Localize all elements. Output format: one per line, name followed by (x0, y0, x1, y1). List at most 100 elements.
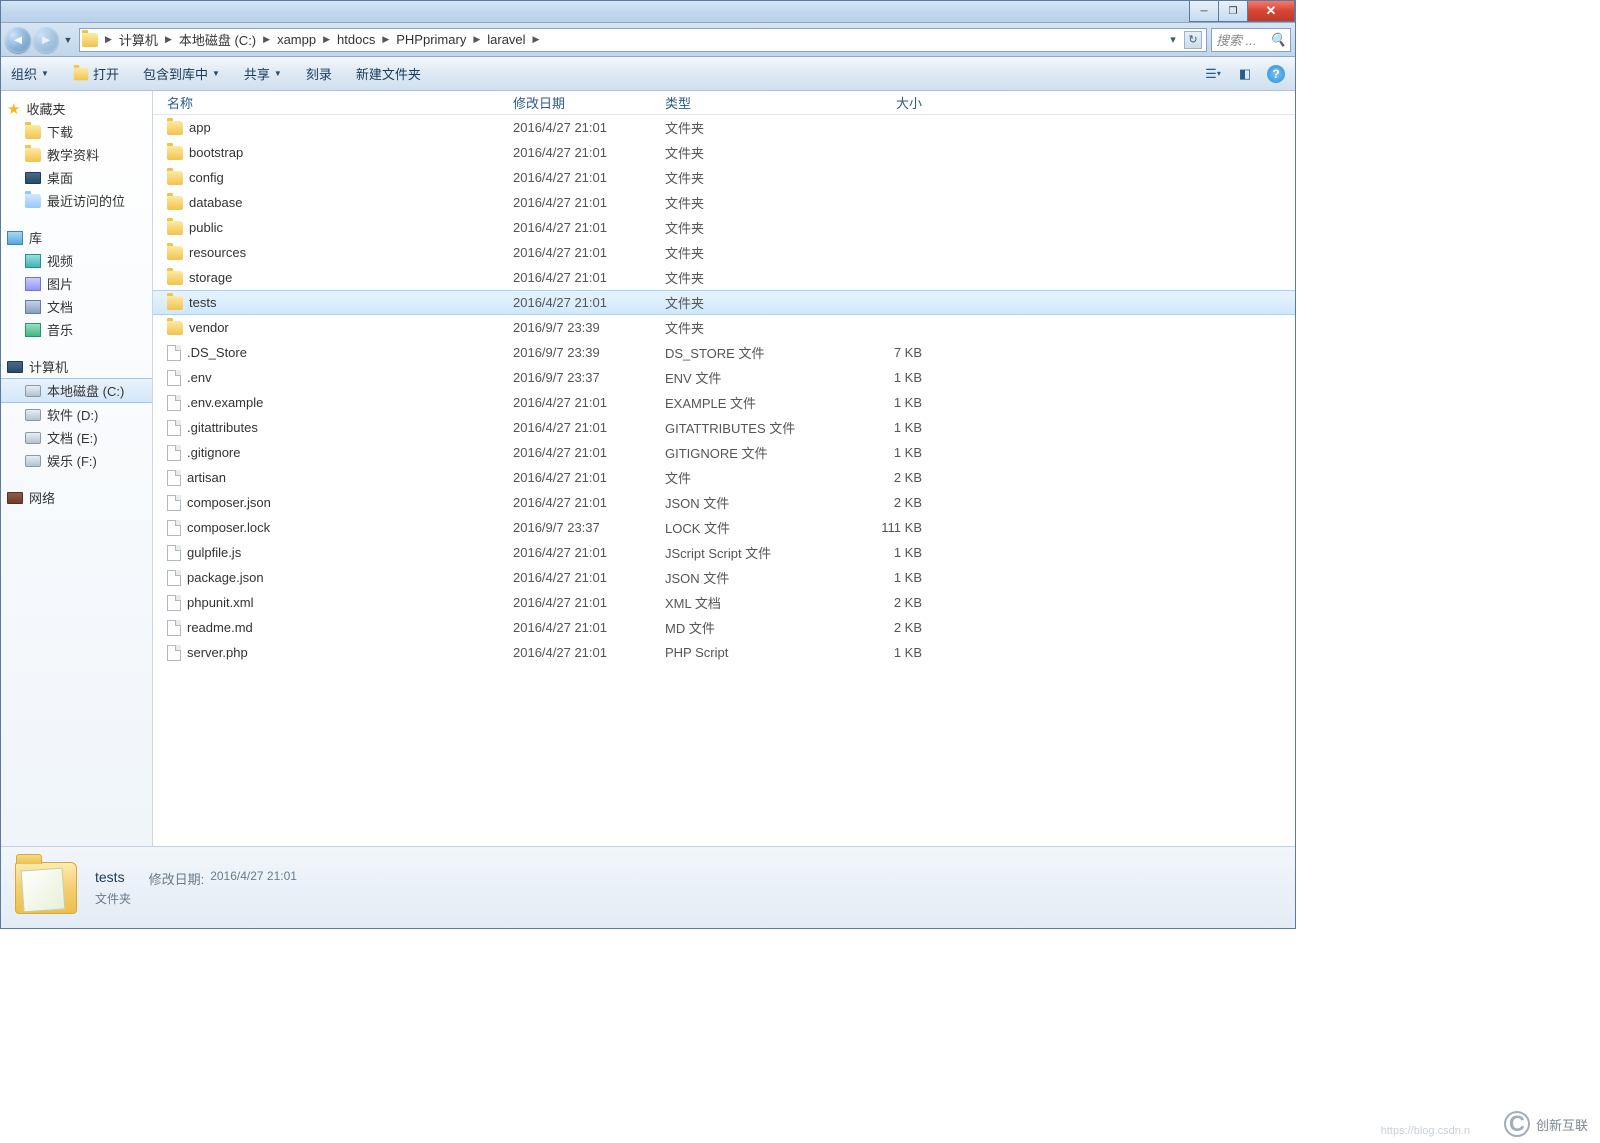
refresh-button[interactable]: ↻ (1184, 31, 1202, 49)
chevron-right-icon[interactable]: ▶ (530, 34, 543, 45)
file-row[interactable]: .gitattributes2016/4/27 21:01GITATTRIBUT… (153, 415, 1295, 440)
file-row[interactable]: .env2016/9/7 23:37ENV 文件1 KB (153, 365, 1295, 390)
watermark: C 创新互联 (1504, 1111, 1588, 1137)
chevron-right-icon[interactable]: ▶ (470, 34, 483, 45)
crumb-phpprimary[interactable]: PHPprimary (392, 29, 470, 51)
minimize-button[interactable]: ─ (1189, 1, 1219, 22)
crumb-xampp[interactable]: xampp (273, 29, 320, 51)
preview-pane-button[interactable]: ◧ (1235, 64, 1255, 84)
file-row[interactable]: .env.example2016/4/27 21:01EXAMPLE 文件1 K… (153, 390, 1295, 415)
file-type: LOCK 文件 (665, 518, 825, 537)
crumb-drive-c[interactable]: 本地磁盘 (C:) (175, 29, 260, 51)
view-mode-button[interactable]: ☰ ▾ (1203, 64, 1223, 84)
details-title: tests (95, 869, 125, 888)
forward-button[interactable]: ► (33, 27, 59, 53)
sidebar-item-recent[interactable]: 最近访问的位 (1, 189, 152, 212)
maximize-button[interactable]: ❐ (1218, 1, 1248, 22)
sidebar-item-drive-d[interactable]: 软件 (D:) (1, 403, 152, 426)
drive-icon (25, 432, 41, 444)
newfolder-button[interactable]: 新建文件夹 (356, 64, 421, 83)
include-menu[interactable]: 包含到库中▼ (143, 64, 220, 83)
back-button[interactable]: ◄ (5, 27, 31, 53)
file-row[interactable]: bootstrap2016/4/27 21:01文件夹 (153, 140, 1295, 165)
file-row[interactable]: storage2016/4/27 21:01文件夹 (153, 265, 1295, 290)
file-row[interactable]: server.php2016/4/27 21:01PHP Script1 KB (153, 640, 1295, 665)
sidebar-item-drive-f[interactable]: 娱乐 (F:) (1, 449, 152, 472)
file-row[interactable]: composer.json2016/4/27 21:01JSON 文件2 KB (153, 490, 1295, 515)
file-row[interactable]: public2016/4/27 21:01文件夹 (153, 215, 1295, 240)
column-type[interactable]: 类型 (665, 93, 825, 112)
sidebar-item-drive-e[interactable]: 文档 (E:) (1, 426, 152, 449)
file-row[interactable]: composer.lock2016/9/7 23:37LOCK 文件111 KB (153, 515, 1295, 540)
file-date: 2016/4/27 21:01 (513, 195, 665, 210)
sidebar-item-documents[interactable]: 文档 (1, 295, 152, 318)
sidebar-item-desktop[interactable]: 桌面 (1, 166, 152, 189)
sidebar: ★收藏夹 下载 教学资料 桌面 最近访问的位 库 视频 图片 文档 音乐 计算机… (1, 91, 153, 846)
column-name[interactable]: 名称 (167, 93, 513, 112)
file-row[interactable]: gulpfile.js2016/4/27 21:01JScript Script… (153, 540, 1295, 565)
file-row[interactable]: resources2016/4/27 21:01文件夹 (153, 240, 1295, 265)
file-date: 2016/9/7 23:37 (513, 370, 665, 385)
file-row[interactable]: artisan2016/4/27 21:01文件2 KB (153, 465, 1295, 490)
file-row[interactable]: .DS_Store2016/9/7 23:39DS_STORE 文件7 KB (153, 340, 1295, 365)
file-type: 文件夹 (665, 293, 825, 312)
path-dropdown[interactable]: ▾ (1164, 31, 1182, 49)
chevron-right-icon[interactable]: ▶ (260, 34, 273, 45)
crumb-laravel[interactable]: laravel (483, 29, 529, 51)
file-type: 文件夹 (665, 118, 825, 137)
sidebar-item-drive-c[interactable]: 本地磁盘 (C:) (1, 378, 152, 403)
chevron-right-icon[interactable]: ▶ (320, 34, 333, 45)
file-row[interactable]: phpunit.xml2016/4/27 21:01XML 文档2 KB (153, 590, 1295, 615)
file-row[interactable]: package.json2016/4/27 21:01JSON 文件1 KB (153, 565, 1295, 590)
search-input[interactable]: 搜索 ... 🔍 (1211, 28, 1291, 52)
sidebar-item-materials[interactable]: 教学资料 (1, 143, 152, 166)
file-row[interactable]: readme.md2016/4/27 21:01MD 文件2 KB (153, 615, 1295, 640)
file-type: GITATTRIBUTES 文件 (665, 418, 825, 437)
file-row[interactable]: tests2016/4/27 21:01文件夹 (153, 290, 1295, 315)
column-size[interactable]: 大小 (825, 93, 922, 112)
chevron-right-icon[interactable]: ▶ (162, 34, 175, 45)
share-menu[interactable]: 共享▼ (244, 64, 282, 83)
chevron-right-icon[interactable]: ▶ (379, 34, 392, 45)
file-row[interactable]: database2016/4/27 21:01文件夹 (153, 190, 1295, 215)
sidebar-item-downloads[interactable]: 下载 (1, 120, 152, 143)
document-icon (25, 300, 41, 314)
file-icon (167, 595, 181, 611)
sidebar-item-videos[interactable]: 视频 (1, 249, 152, 272)
details-meta-label: 修改日期: (149, 869, 205, 888)
sidebar-item-pictures[interactable]: 图片 (1, 272, 152, 295)
sidebar-item-music[interactable]: 音乐 (1, 318, 152, 341)
crumb-computer[interactable]: 计算机 (115, 29, 162, 51)
organize-menu[interactable]: 组织▼ (11, 64, 49, 83)
libraries-header[interactable]: 库 (1, 226, 152, 249)
file-row[interactable]: config2016/4/27 21:01文件夹 (153, 165, 1295, 190)
help-button[interactable]: ? (1267, 65, 1285, 83)
file-row[interactable]: vendor2016/9/7 23:39文件夹 (153, 315, 1295, 340)
file-type: GITIGNORE 文件 (665, 443, 825, 462)
history-dropdown[interactable]: ▼ (61, 33, 75, 47)
burn-button[interactable]: 刻录 (306, 64, 332, 83)
file-date: 2016/4/27 21:01 (513, 145, 665, 160)
file-date: 2016/4/27 21:01 (513, 245, 665, 260)
crumb-htdocs[interactable]: htdocs (333, 29, 379, 51)
computer-header[interactable]: 计算机 (1, 355, 152, 378)
chevron-right-icon[interactable]: ▶ (102, 34, 115, 45)
path-box[interactable]: ▶ 计算机 ▶ 本地磁盘 (C:) ▶ xampp ▶ htdocs ▶ PHP… (79, 28, 1207, 52)
close-button[interactable]: ✕ (1247, 1, 1295, 22)
open-button[interactable]: 打开 (73, 64, 119, 83)
network-header[interactable]: 网络 (1, 486, 152, 509)
file-row[interactable]: .gitignore2016/4/27 21:01GITIGNORE 文件1 K… (153, 440, 1295, 465)
file-list[interactable]: app2016/4/27 21:01文件夹bootstrap2016/4/27 … (153, 115, 1295, 846)
folder-icon (167, 146, 183, 160)
details-text: tests 修改日期: 2016/4/27 21:01 文件夹 (95, 869, 297, 907)
column-date[interactable]: 修改日期 (513, 93, 665, 112)
favorites-header[interactable]: ★收藏夹 (1, 97, 152, 120)
file-date: 2016/4/27 21:01 (513, 395, 665, 410)
folder-icon (167, 171, 183, 185)
folder-icon (167, 246, 183, 260)
file-row[interactable]: app2016/4/27 21:01文件夹 (153, 115, 1295, 140)
desktop-icon (25, 172, 41, 184)
file-type: MD 文件 (665, 618, 825, 637)
folder-icon (167, 271, 183, 285)
file-name: storage (189, 270, 232, 285)
